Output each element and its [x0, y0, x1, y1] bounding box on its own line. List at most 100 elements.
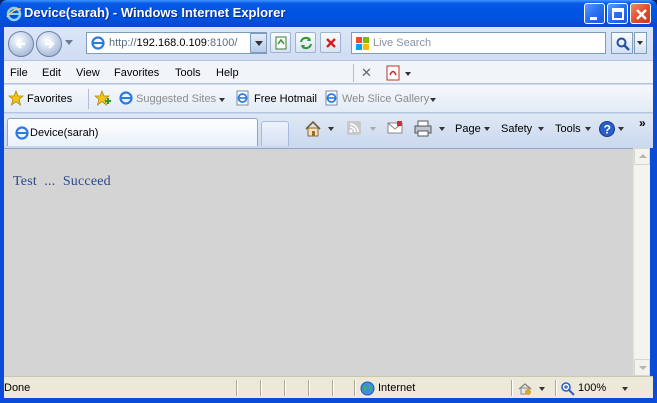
- close-toolbar-icon[interactable]: ✕: [361, 65, 372, 81]
- close-button[interactable]: [630, 3, 651, 24]
- tools-menu-button[interactable]: Tools: [555, 123, 581, 135]
- window-border-right: [653, 27, 657, 398]
- safety-menu-button[interactable]: Safety: [501, 123, 532, 135]
- title-bar[interactable]: Device(sarah) - Windows Internet Explore…: [0, 0, 657, 27]
- status-divider: [284, 380, 285, 396]
- help-icon[interactable]: ?: [598, 120, 616, 138]
- compatibility-view-button[interactable]: [270, 32, 291, 53]
- tab-device-sarah[interactable]: Device(sarah): [7, 118, 258, 146]
- search-options-dropdown[interactable]: [634, 32, 647, 54]
- web-slice-gallery-link[interactable]: Web Slice Gallery: [342, 93, 429, 105]
- web-slice-gallery-dropdown[interactable]: [430, 98, 436, 102]
- compatibility-icon: [275, 36, 287, 50]
- search-go-button[interactable]: [611, 32, 633, 54]
- page-dropdown[interactable]: [484, 127, 490, 131]
- menu-file[interactable]: File: [10, 67, 28, 79]
- print-icon[interactable]: [413, 120, 433, 138]
- feeds-dropdown[interactable]: [370, 127, 376, 131]
- arrow-right-icon: [45, 39, 55, 49]
- browser-window: Device(sarah) - Windows Internet Explore…: [0, 0, 657, 403]
- protected-mode-icon[interactable]: [517, 381, 533, 396]
- ie-page-icon: [15, 126, 29, 140]
- feeds-icon[interactable]: [346, 120, 362, 136]
- security-zone-label[interactable]: Internet: [378, 382, 415, 394]
- refresh-button[interactable]: [295, 32, 316, 53]
- status-text: Done: [4, 382, 31, 394]
- zoom-dropdown[interactable]: [622, 387, 628, 391]
- toolbar-overflow-chevron-icon[interactable]: »: [639, 116, 646, 130]
- status-divider: [511, 380, 512, 396]
- zoom-level[interactable]: 100%: [578, 382, 606, 394]
- add-to-favorites-icon[interactable]: [94, 90, 112, 106]
- url-prefix: http://: [109, 37, 137, 49]
- minimize-icon: [590, 17, 597, 20]
- maximize-button[interactable]: [607, 3, 628, 24]
- protected-mode-dropdown[interactable]: [539, 387, 545, 391]
- stop-button[interactable]: [320, 32, 341, 53]
- web-slice-page-icon: [325, 90, 338, 106]
- tools-dropdown[interactable]: [585, 127, 591, 131]
- close-icon: [636, 9, 647, 20]
- menu-bar: File Edit View Favorites Tools Help ✕: [4, 60, 653, 84]
- hotmail-page-icon: [236, 90, 249, 106]
- browser-chrome: http://192.168.0.109:8100/ Live Search F…: [4, 27, 653, 148]
- print-dropdown[interactable]: [439, 127, 445, 131]
- svg-text:?: ?: [604, 123, 611, 137]
- menu-edit[interactable]: Edit: [42, 67, 61, 79]
- forward-button[interactable]: [36, 31, 62, 57]
- suggested-sites-dropdown[interactable]: [219, 98, 225, 102]
- status-divider: [354, 380, 355, 396]
- status-divider: [332, 380, 333, 396]
- favorites-star-icon: [8, 90, 24, 106]
- scroll-up-button[interactable]: [634, 148, 650, 165]
- window-border-bottom: [0, 398, 657, 403]
- address-bar[interactable]: http://192.168.0.109:8100/: [86, 32, 267, 54]
- stop-icon: [326, 38, 336, 48]
- status-divider: [236, 380, 237, 396]
- menu-separator: [353, 64, 354, 82]
- vertical-scrollbar[interactable]: [633, 148, 650, 376]
- menu-view[interactable]: View: [76, 67, 100, 79]
- pdf-tool-icon[interactable]: [385, 64, 413, 82]
- live-search-logo-icon: [356, 37, 369, 50]
- recent-pages-dropdown[interactable]: [65, 40, 73, 45]
- menu-favorites[interactable]: Favorites: [114, 67, 159, 79]
- home-dropdown[interactable]: [328, 127, 334, 131]
- scroll-down-button[interactable]: [634, 359, 650, 376]
- minimize-button[interactable]: [584, 3, 605, 24]
- ie-logo-icon: [6, 6, 22, 22]
- arrow-left-icon: [15, 39, 25, 49]
- suggested-sites-link[interactable]: Suggested Sites: [136, 93, 216, 105]
- mail-icon[interactable]: [386, 120, 404, 136]
- suggested-sites-icon: [119, 91, 133, 105]
- help-dropdown[interactable]: [618, 127, 624, 131]
- page-menu-button[interactable]: Page: [455, 123, 481, 135]
- status-divider: [260, 380, 261, 396]
- free-hotmail-link[interactable]: Free Hotmail: [254, 93, 317, 105]
- address-url[interactable]: http://192.168.0.109:8100/: [109, 37, 237, 49]
- favorites-bar: Favorites Suggested Sites Free Hotmail W…: [4, 85, 653, 113]
- search-icon: [616, 37, 630, 51]
- url-port: :8100/: [206, 37, 238, 49]
- tab-row: Device(sarah) Page Safety Tools ? »: [4, 114, 653, 148]
- page-content: Test ... Succeed: [4, 148, 633, 376]
- address-dropdown-button[interactable]: [250, 33, 267, 53]
- maximize-icon: [612, 8, 624, 20]
- favorites-button[interactable]: Favorites: [27, 93, 72, 105]
- home-icon[interactable]: [304, 120, 322, 138]
- url-host: 192.168.0.109: [136, 37, 207, 49]
- new-tab-button[interactable]: [261, 121, 289, 146]
- search-box[interactable]: Live Search: [351, 32, 606, 54]
- safety-dropdown[interactable]: [538, 127, 544, 131]
- menu-tools[interactable]: Tools: [175, 67, 201, 79]
- status-bar: Done Internet 100%: [4, 376, 653, 398]
- refresh-icon: [300, 36, 312, 50]
- favbar-separator: [88, 89, 89, 109]
- status-divider: [308, 380, 309, 396]
- status-divider: [555, 380, 556, 396]
- back-button[interactable]: [8, 31, 34, 57]
- menu-help[interactable]: Help: [216, 67, 239, 79]
- zoom-magnifier-icon: [561, 382, 575, 396]
- result-message: Test ... Succeed: [13, 174, 111, 189]
- internet-zone-globe-icon: [360, 381, 375, 396]
